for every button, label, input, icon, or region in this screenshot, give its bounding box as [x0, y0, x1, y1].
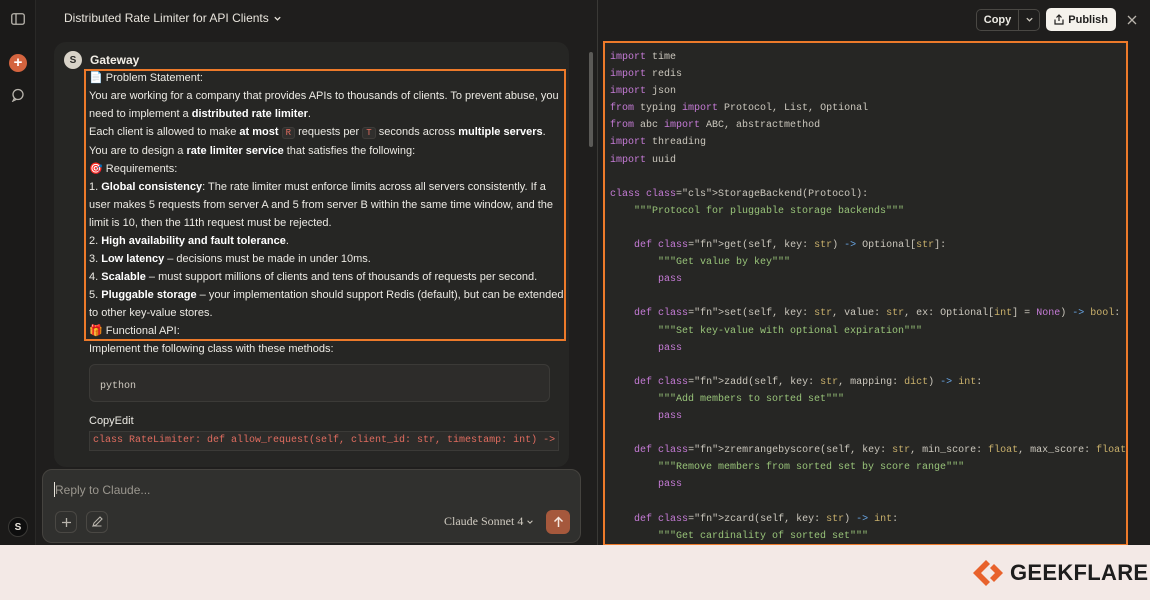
code-block[interactable]: python — [89, 364, 550, 402]
code-line-26: pass — [658, 479, 683, 491]
sidebar-toggle-icon[interactable] — [9, 10, 27, 28]
code-line-13: """Get value by key""" — [658, 257, 791, 269]
close-artifact-button[interactable] — [1122, 10, 1142, 30]
requirement-1: 1. Global consistency: The rate limiter … — [89, 181, 554, 229]
chat-title-dropdown[interactable]: Distributed Rate Limiter for API Clients — [64, 11, 282, 25]
target-icon: 🎯 — [89, 163, 103, 175]
code-line-28: def class="fn">zcard(self, key: str) -> … — [634, 513, 899, 525]
code-line-9: class class="cls">StorageBackend(Protoco… — [610, 188, 869, 200]
sender-avatar: S — [64, 51, 82, 69]
code-line-12: def class="fn">get(self, key: str) -> Op… — [634, 240, 947, 252]
chat-pane: Distributed Rate Limiter for API Clients… — [37, 0, 596, 545]
brand-name: GEEKFLARE — [1010, 560, 1149, 585]
code-line-18: pass — [658, 342, 683, 354]
geekflare-logo-icon — [973, 560, 1003, 586]
code-line-15: ​ — [610, 288, 1126, 305]
send-button[interactable] — [546, 510, 570, 534]
publish-label: Publish — [1068, 13, 1108, 26]
tools-button[interactable] — [86, 511, 108, 533]
plus-icon — [61, 517, 71, 527]
arrow-up-icon — [553, 516, 563, 527]
paragraph-intro: You are working for a company that provi… — [89, 90, 559, 120]
user-avatar[interactable]: S — [8, 517, 28, 537]
code-line-2: import redis — [610, 69, 683, 81]
code-line-22: pass — [658, 410, 683, 422]
inline-code-t: T — [362, 127, 376, 139]
code-line-17: """Set key-value with optional expiratio… — [658, 325, 923, 337]
code-line-21: """Add members to sorted set""" — [658, 393, 845, 405]
code-line-5: from abc import ABC, abstractmethod — [610, 120, 821, 132]
requirements-heading: 🎯 Requirements: — [89, 163, 178, 175]
message-body: 📄 Problem Statement: You are working for… — [89, 69, 564, 451]
code-line-1: import time — [610, 52, 677, 63]
app-window: + S Distributed Rate Limiter for API Cli… — [0, 0, 1150, 545]
copy-button[interactable]: Copy — [977, 9, 1020, 30]
problem-heading: 📄 Problem Statement: — [89, 72, 203, 84]
artifact-toolbar: Copy Publish — [975, 8, 1142, 31]
code-line-7: import uuid — [610, 154, 677, 166]
code-line-14: pass — [658, 274, 683, 286]
model-name: Claude Sonnet 4 — [444, 514, 524, 528]
code-line-8: ​ — [610, 169, 1126, 186]
share-icon — [1054, 14, 1064, 25]
code-line-25: """Remove members from sorted set by sco… — [658, 462, 965, 474]
code-line-19: ​ — [610, 357, 1126, 374]
code-line-4: from typing import Protocol, List, Optio… — [610, 103, 869, 115]
message-scroll-area[interactable]: S Gateway 📄 Problem Statement: You are w… — [54, 42, 569, 467]
code-line-3: import json — [610, 86, 677, 98]
code-line-6: import threading — [610, 137, 707, 149]
chat-scrollbar[interactable] — [589, 52, 593, 147]
add-attachment-button[interactable] — [55, 511, 77, 533]
publish-button[interactable]: Publish — [1046, 8, 1116, 31]
reply-input[interactable] — [55, 482, 555, 498]
code-line-29: """Get cardinality of sorted set""" — [658, 530, 869, 542]
paragraph-limits: Each client is allowed to make at most R… — [89, 126, 546, 157]
close-icon — [1127, 15, 1137, 24]
geekflare-logo: GEEKFLARE — [970, 558, 1148, 588]
api-text: Implement the following class with these… — [89, 343, 334, 355]
chats-icon[interactable] — [9, 86, 27, 104]
memo-icon: 📄 — [89, 72, 103, 84]
requirement-3: 3. Low latency – decisions must be made … — [89, 253, 371, 265]
code-line-23: ​ — [610, 425, 1126, 442]
code-line-20: def class="fn">zadd(self, key: str, mapp… — [634, 376, 983, 388]
code-viewer[interactable]: import time import redis import json from t… — [603, 41, 1128, 545]
text-caret — [54, 482, 55, 497]
message-header: S Gateway — [64, 51, 139, 69]
requirement-4: 4. Scalable – must support millions of c… — [89, 271, 538, 283]
requirement-2: 2. High availability and fault tolerance… — [89, 235, 289, 247]
gift-icon: 🎁 — [89, 325, 103, 337]
artifact-pane: Copy Publish import time import redis impo… — [597, 0, 1150, 545]
chevron-down-icon — [1026, 17, 1033, 22]
code-line-10: """Protocol for pluggable storage backen… — [634, 205, 905, 217]
reply-box: Claude Sonnet 4 — [42, 469, 581, 543]
chat-title: Distributed Rate Limiter for API Clients — [64, 11, 269, 25]
code-line-11: ​ — [610, 220, 1126, 237]
inline-code-r: R — [281, 127, 296, 139]
copy-group: Copy — [975, 8, 1041, 31]
pen-icon — [92, 516, 103, 527]
code-line-24: def class="fn">zremrangebyscore(self, ke… — [634, 445, 1127, 457]
requirement-5: 5. Pluggable storage – your implementati… — [89, 289, 564, 319]
api-heading: 🎁 Functional API: — [89, 325, 180, 337]
copyedit-label: CopyEdit — [89, 415, 134, 427]
model-selector[interactable]: Claude Sonnet 4 — [444, 514, 534, 529]
new-chat-button[interactable]: + — [9, 54, 27, 72]
chevron-down-icon — [527, 519, 534, 524]
code-line: class RateLimiter: def allow_request(sel… — [89, 431, 560, 451]
sender-name: Gateway — [90, 53, 140, 67]
code-line-27: ​ — [610, 493, 1126, 510]
code-line-16: def class="fn">set(self, key: str, value… — [634, 308, 1121, 320]
chevron-down-icon — [274, 16, 281, 21]
code-content: import time import redis import json from t… — [610, 49, 1127, 544]
left-rail: + S — [0, 0, 36, 545]
copy-options-button[interactable] — [1019, 10, 1039, 30]
